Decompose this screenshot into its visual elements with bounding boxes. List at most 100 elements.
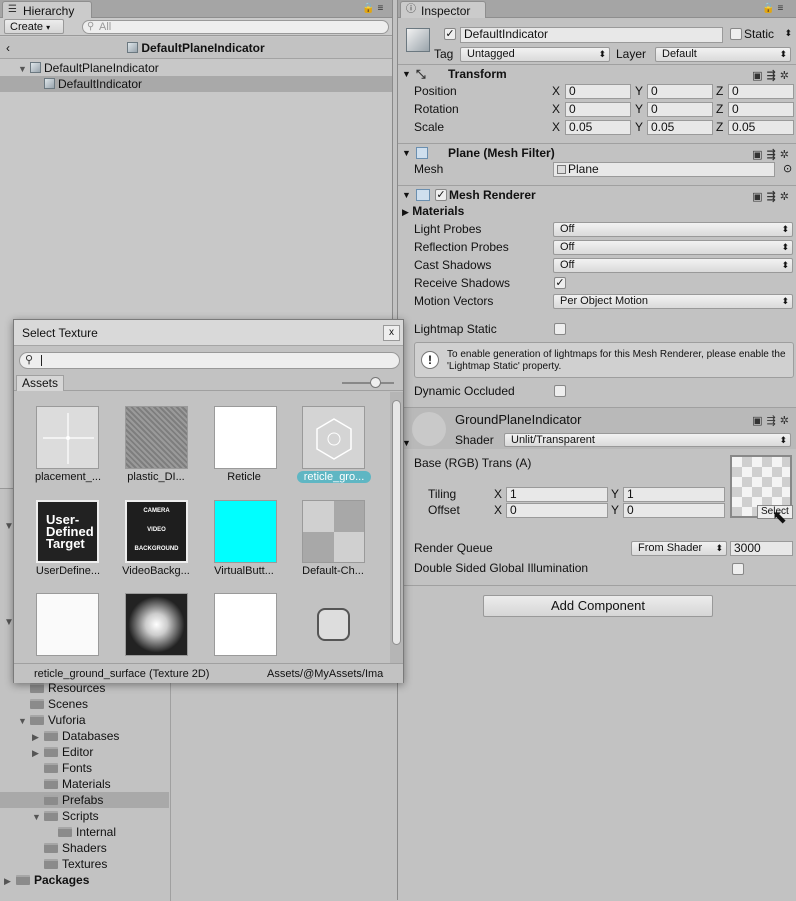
offset-x-field[interactable]: 0 [506, 503, 608, 518]
tab-hierarchy[interactable]: ☰ Hierarchy [2, 1, 92, 18]
texture-item-reticle-ground[interactable] [302, 406, 365, 469]
rotation-y-field[interactable]: 0 [647, 102, 713, 117]
texture-item-white-checker[interactable] [36, 593, 99, 656]
foldout-icon[interactable]: ▼ [402, 144, 411, 162]
gear-icon[interactable]: ✲ [780, 191, 793, 203]
zoom-slider-thumb[interactable] [370, 377, 381, 388]
position-y-field[interactable]: 0 [647, 84, 713, 99]
transform-header[interactable]: ▼ ⤡ Transform ▣⇶✲ [398, 65, 796, 83]
lock-icon[interactable]: 🔒 [762, 3, 777, 14]
materials-foldout[interactable]: ▶ Materials [402, 203, 464, 220]
render-queue-field[interactable]: 3000 [730, 541, 793, 556]
component-tools[interactable]: ▣⇶✲ [752, 414, 793, 427]
mesh-renderer-header[interactable]: ▼ ✓ Mesh Renderer ▣⇶✲ [398, 186, 796, 204]
hierarchy-tab-tools[interactable]: 🔒≡ [362, 3, 386, 14]
scrollbar-thumb[interactable] [392, 400, 401, 645]
texture-item-plastic[interactable] [125, 406, 188, 469]
gear-icon[interactable]: ✲ [780, 70, 793, 82]
mesh-filter-header[interactable]: ▼ Plane (Mesh Filter) ▣⇶✲ [398, 144, 796, 162]
position-x-field[interactable]: 0 [565, 84, 631, 99]
expand-arrow-icon[interactable]: ▼ [32, 809, 44, 825]
component-tools[interactable]: ▣⇶✲ [752, 67, 793, 85]
object-picker-icon[interactable]: ⊙ [783, 162, 792, 175]
collapse-arrow-icon[interactable]: ▶ [32, 745, 44, 761]
project-folder-databases[interactable]: ▶ Databases [32, 728, 119, 744]
scale-y-field[interactable]: 0.05 [647, 120, 713, 135]
select-texture-titlebar[interactable]: Select Texture x [14, 320, 403, 346]
static-checkbox[interactable] [730, 28, 742, 40]
preset-icon[interactable]: ⇶ [767, 149, 780, 161]
lock-icon[interactable]: 🔒 [362, 3, 377, 14]
inspector-tab-tools[interactable]: 🔒≡ [762, 3, 786, 14]
collapse-arrow-icon[interactable]: ▶ [32, 729, 44, 745]
texture-search-input[interactable]: ⚲ [19, 352, 400, 369]
tiling-x-field[interactable]: 1 [506, 487, 608, 502]
shader-dropdown[interactable]: Unlit/Transparent [504, 433, 791, 447]
preset-icon[interactable]: ⇶ [767, 70, 780, 82]
scale-x-field[interactable]: 0.05 [565, 120, 631, 135]
position-z-field[interactable]: 0 [728, 84, 794, 99]
motion-vectors-dropdown[interactable]: Per Object Motion [553, 294, 793, 309]
texture-item-default-checker[interactable] [302, 500, 365, 563]
project-folder-internal[interactable]: Internal [58, 824, 116, 840]
gear-icon[interactable]: ✲ [780, 415, 793, 427]
project-folder-fonts[interactable]: Fonts [44, 760, 92, 776]
preset-icon[interactable]: ⇶ [767, 415, 780, 427]
active-checkbox[interactable]: ✓ [444, 28, 456, 40]
scale-z-field[interactable]: 0.05 [728, 120, 794, 135]
help-icon[interactable]: ▣ [752, 191, 766, 203]
expand-arrow-icon[interactable]: ▼ [18, 713, 30, 729]
component-tools[interactable]: ▣⇶✲ [752, 188, 793, 206]
project-folder-editor[interactable]: ▶ Editor [32, 744, 93, 760]
tab-menu-icon[interactable]: ≡ [377, 3, 386, 14]
foldout-icon[interactable]: ▼ [402, 65, 411, 83]
lightmap-static-checkbox[interactable] [554, 323, 566, 335]
texture-item-rounded-button[interactable] [317, 608, 350, 641]
object-name-input[interactable]: DefaultIndicator [460, 27, 723, 43]
dynamic-occluded-checkbox[interactable] [554, 385, 566, 397]
help-icon[interactable]: ▣ [752, 415, 766, 427]
project-folder-shaders[interactable]: Shaders [44, 840, 107, 856]
rotation-z-field[interactable]: 0 [728, 102, 794, 117]
tab-inspector[interactable]: ⓘ Inspector [400, 1, 486, 18]
reflection-probes-dropdown[interactable]: Off [553, 240, 793, 255]
project-folder-textures[interactable]: Textures [44, 856, 107, 872]
expand-arrow-icon[interactable]: ▼ [18, 61, 30, 77]
help-icon[interactable]: ▣ [752, 70, 766, 82]
help-icon[interactable]: ▣ [752, 149, 766, 161]
foldout-icon[interactable]: ▼ [402, 186, 411, 204]
texture-item-placement[interactable] [36, 406, 99, 469]
project-folder-vuforia[interactable]: ▼ Vuforia [18, 712, 86, 728]
tab-assets[interactable]: Assets [16, 375, 65, 391]
static-dropdown[interactable] [784, 27, 795, 42]
texture-item-white[interactable] [214, 593, 277, 656]
texture-item-radial-glow[interactable] [125, 593, 188, 656]
project-folder-prefabs[interactable]: Prefabs [0, 792, 169, 808]
tree-item-selected[interactable]: DefaultIndicator [0, 76, 392, 92]
mesh-object-field[interactable]: Plane [553, 162, 775, 177]
gear-icon[interactable]: ✲ [780, 149, 793, 161]
tree-item-root[interactable]: ▼ DefaultPlaneIndicator [0, 60, 392, 76]
rotation-x-field[interactable]: 0 [565, 102, 631, 117]
tab-menu-icon[interactable]: ≡ [777, 3, 786, 14]
project-folder-packages[interactable]: ▶ Packages [4, 872, 89, 888]
collapse-arrow-icon[interactable]: ▶ [4, 873, 16, 889]
add-component-button[interactable]: Add Component [483, 595, 713, 617]
mesh-renderer-enabled-checkbox[interactable]: ✓ [435, 189, 447, 201]
zoom-slider-track[interactable] [342, 382, 394, 384]
hierarchy-search-input[interactable]: ⚲ All [82, 20, 389, 34]
texture-item-userdefined[interactable]: User-Defined Target [36, 500, 99, 563]
tag-dropdown[interactable]: Untagged [460, 47, 610, 62]
texture-item-virtualbutton[interactable] [214, 500, 277, 563]
project-folder-scenes[interactable]: Scenes [30, 696, 88, 712]
preset-icon[interactable]: ⇶ [767, 191, 780, 203]
project-folder-scripts[interactable]: ▼ Scripts [32, 808, 99, 824]
tiling-y-field[interactable]: 1 [623, 487, 725, 502]
collapse-arrow-icon[interactable]: ▶ [402, 207, 409, 217]
offset-y-field[interactable]: 0 [623, 503, 725, 518]
render-queue-dropdown[interactable]: From Shader [631, 541, 727, 556]
project-folder-materials[interactable]: Materials [44, 776, 111, 792]
double-sided-gi-checkbox[interactable] [732, 563, 744, 575]
create-button[interactable]: Create ▾ [4, 19, 64, 34]
texture-item-reticle[interactable] [214, 406, 277, 469]
